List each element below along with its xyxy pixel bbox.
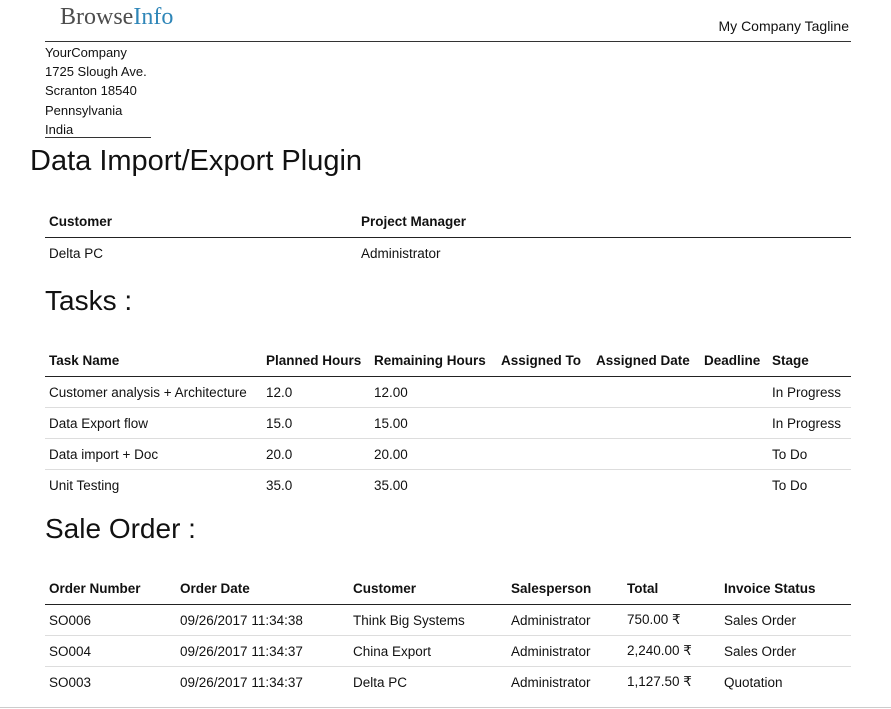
order-invoice-status: Sales Order <box>720 635 851 667</box>
task-deadline <box>700 407 768 439</box>
invoice-status-header: Invoice Status <box>720 572 851 605</box>
remaining-hours-header: Remaining Hours <box>370 344 497 377</box>
task-name: Data Export flow <box>45 407 262 439</box>
company-tagline: My Company Tagline <box>718 18 849 34</box>
logo-text-accent: Info <box>133 4 174 30</box>
address-street: 1725 Slough Ave. <box>45 64 147 80</box>
planned-hours-header: Planned Hours <box>262 344 370 377</box>
task-stage: To Do <box>768 438 851 470</box>
task-remaining-hours: 35.00 <box>370 469 497 500</box>
task-assigned-to <box>497 407 592 439</box>
address-city-zip: Scranton 18540 <box>45 83 137 99</box>
task-assigned-date <box>592 469 700 500</box>
task-remaining-hours: 15.00 <box>370 407 497 439</box>
tasks-section-title: Tasks : <box>45 285 133 316</box>
order-customer: Delta PC <box>349 666 507 697</box>
order-invoice-status: Quotation <box>720 666 851 697</box>
task-deadline <box>700 438 768 470</box>
address-divider <box>45 137 151 138</box>
stage-header: Stage <box>768 344 851 377</box>
order-invoice-status: Sales Order <box>724 612 797 628</box>
task-assigned-to <box>497 438 592 470</box>
task-name: Unit Testing <box>45 469 262 500</box>
customer-column-header: Customer <box>45 205 357 238</box>
task-assigned-date <box>592 377 700 408</box>
order-number: SO004 <box>45 635 176 667</box>
task-assigned-to <box>497 469 592 500</box>
task-assigned-date <box>592 407 700 439</box>
order-number-header: Order Number <box>45 572 176 605</box>
task-remaining-hours: 20.00 <box>370 438 497 470</box>
assigned-to-header: Assigned To <box>497 344 592 377</box>
task-planned-hours: 12.0 <box>266 384 293 400</box>
order-total: 750.00 ₹ <box>627 612 681 627</box>
order-customer: Think Big Systems <box>353 612 465 628</box>
page-bottom-border <box>0 707 891 708</box>
order-date: 09/26/2017 11:34:37 <box>176 666 349 697</box>
project-info-table: Customer Project Manager Delta PC Admini… <box>45 205 851 268</box>
order-salesperson: Administrator <box>507 635 623 667</box>
task-remaining-hours: 12.00 <box>374 384 408 400</box>
sale-orders-table: Order Number Order Date Customer Salespe… <box>45 572 851 697</box>
task-row: Unit Testing 35.0 35.00 To Do <box>45 469 851 500</box>
assigned-date-header: Assigned Date <box>592 344 700 377</box>
task-row: Customer analysis + Architecture 12.0 12… <box>45 377 851 408</box>
task-row: Data Export flow 15.0 15.00 In Progress <box>45 407 851 439</box>
task-stage: In Progress <box>768 407 851 439</box>
document-title: Data Import/Export Plugin <box>30 145 363 177</box>
project-manager: Administrator <box>361 245 441 261</box>
address-state: Pennsylvania <box>45 102 123 118</box>
task-assigned-to <box>497 377 592 408</box>
task-planned-hours: 15.0 <box>262 407 370 439</box>
project-customer: Delta PC <box>49 245 104 261</box>
task-stage: In Progress <box>772 384 842 400</box>
order-salesperson: Administrator <box>511 612 591 628</box>
company-logo: BrowseInfo <box>60 4 173 31</box>
address-company-name: YourCompany <box>45 45 127 60</box>
header-divider <box>45 41 851 42</box>
sale-order-row: SO003 09/26/2017 11:34:37 Delta PC Admin… <box>45 666 851 697</box>
task-row: Data import + Doc 20.0 20.00 To Do <box>45 438 851 470</box>
task-stage: To Do <box>768 469 851 500</box>
deadline-header: Deadline <box>700 344 768 377</box>
task-deadline <box>700 377 768 408</box>
order-customer-header: Customer <box>349 572 507 605</box>
order-date-header: Order Date <box>176 572 349 605</box>
task-deadline <box>700 469 768 500</box>
order-customer: China Export <box>349 635 507 667</box>
sale-order-row: SO006 09/26/2017 11:34:38 Think Big Syst… <box>45 605 851 636</box>
order-number: SO003 <box>45 666 176 697</box>
order-date: 09/26/2017 11:34:38 <box>180 612 303 628</box>
task-planned-hours: 20.0 <box>262 438 370 470</box>
sale-orders-header-row: Order Number Order Date Customer Salespe… <box>45 572 851 605</box>
task-name: Data import + Doc <box>45 438 262 470</box>
project-manager-column-header: Project Manager <box>357 205 851 238</box>
project-info-header-row: Customer Project Manager <box>45 205 851 238</box>
task-name: Customer analysis + Architecture <box>49 384 247 400</box>
order-total: 2,240.00 ₹ <box>623 635 720 667</box>
task-planned-hours: 35.0 <box>262 469 370 500</box>
order-salesperson: Administrator <box>507 666 623 697</box>
sale-order-row: SO004 09/26/2017 11:34:37 China Export A… <box>45 635 851 667</box>
project-info-row: Delta PC Administrator <box>45 238 851 269</box>
sale-order-section-title: Sale Order : <box>45 513 196 544</box>
tasks-header-row: Task Name Planned Hours Remaining Hours … <box>45 344 851 377</box>
task-name-header: Task Name <box>45 344 262 377</box>
tasks-table: Task Name Planned Hours Remaining Hours … <box>45 344 851 500</box>
salesperson-header: Salesperson <box>507 572 623 605</box>
order-total: 1,127.50 ₹ <box>623 666 720 697</box>
total-header: Total <box>623 572 720 605</box>
order-date: 09/26/2017 11:34:37 <box>176 635 349 667</box>
order-number: SO006 <box>49 612 92 628</box>
task-assigned-date <box>592 438 700 470</box>
company-address: YourCompany 1725 Slough Ave. Scranton 18… <box>45 43 147 139</box>
logo-text-main: Browse <box>60 4 134 30</box>
